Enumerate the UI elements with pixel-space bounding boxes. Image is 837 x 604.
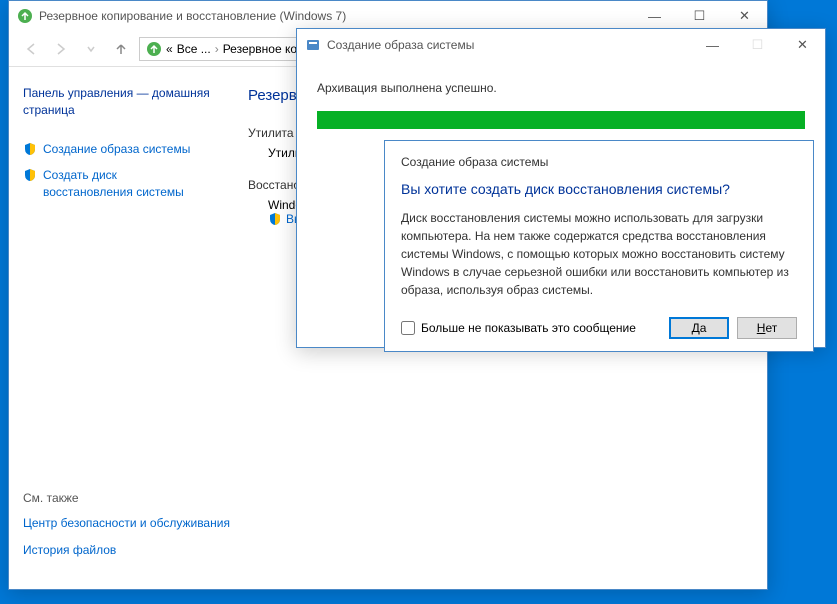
breadcrumb-sep: ›: [215, 42, 219, 56]
yes-label-rest: а: [700, 321, 707, 335]
dialog-body: Создание образа системы Вы хотите создат…: [385, 141, 813, 351]
control-panel-home-link[interactable]: Панель управления — домашняя страница: [23, 85, 210, 119]
breadcrumb-item[interactable]: Все ...: [177, 42, 211, 56]
sidebar-link-label: Создание образа системы: [43, 141, 190, 158]
window-controls: — ☐ ✕: [632, 1, 767, 31]
sidebar-link-label: Центр безопасности и обслуживания: [23, 515, 230, 532]
no-label-rest: ет: [765, 321, 777, 335]
recovery-disk-prompt: Создание образа системы Вы хотите создат…: [384, 140, 814, 352]
history-dropdown[interactable]: [79, 37, 103, 61]
shield-icon: [268, 212, 282, 226]
maximize-button: ☐: [735, 30, 780, 60]
minimize-button[interactable]: —: [690, 30, 735, 60]
maximize-button[interactable]: ☐: [677, 1, 722, 31]
up-button[interactable]: [109, 37, 133, 61]
forward-button[interactable]: [49, 37, 73, 61]
back-button[interactable]: [19, 37, 43, 61]
sidebar-link-label: История файлов: [23, 542, 116, 559]
checkbox-label: Больше не показывать это сообщение: [421, 321, 636, 335]
progress-bar: [317, 111, 805, 129]
image-icon: [305, 37, 321, 53]
close-button[interactable]: ✕: [780, 30, 825, 60]
sidebar-link-file-history[interactable]: История файлов: [23, 542, 230, 559]
dialog-caption: Создание образа системы: [401, 155, 797, 169]
see-also-section: См. также Центр безопасности и обслужива…: [23, 491, 230, 569]
dialog-description: Диск восстановления системы можно исполь…: [401, 209, 797, 299]
checkbox-input[interactable]: [401, 321, 415, 335]
dont-show-checkbox[interactable]: Больше не показывать это сообщение: [401, 321, 661, 335]
main-titlebar: Резервное копирование и восстановление (…: [9, 1, 767, 31]
shield-icon: [23, 142, 37, 156]
progress-status: Архивация выполнена успешно.: [317, 81, 805, 95]
backup-icon: [146, 41, 162, 57]
progress-title: Создание образа системы: [327, 38, 690, 52]
sidebar-link-label: Создать диск восстановления системы: [43, 167, 210, 201]
progress-titlebar: Создание образа системы — ☐ ✕: [297, 29, 825, 61]
sidebar-link-security[interactable]: Центр безопасности и обслуживания: [23, 515, 230, 532]
close-button[interactable]: ✕: [722, 1, 767, 31]
shield-icon: [23, 168, 37, 182]
window-controls: — ☐ ✕: [690, 30, 825, 60]
yes-button[interactable]: Да: [669, 317, 729, 339]
dialog-footer: Больше не показывать это сообщение Да Не…: [401, 317, 797, 339]
backup-icon: [17, 8, 33, 24]
progress-body: Архивация выполнена успешно.: [297, 61, 825, 149]
dialog-question: Вы хотите создать диск восстановления си…: [401, 181, 797, 197]
sidebar-link-create-image[interactable]: Создание образа системы: [23, 141, 210, 158]
sidebar: Панель управления — домашняя страница Со…: [9, 67, 224, 589]
no-button[interactable]: Нет: [737, 317, 797, 339]
minimize-button[interactable]: —: [632, 1, 677, 31]
main-title: Резервное копирование и восстановление (…: [39, 9, 632, 23]
see-also-header: См. также: [23, 491, 230, 505]
breadcrumb-sep: «: [166, 42, 173, 56]
sidebar-link-create-recovery-disk[interactable]: Создать диск восстановления системы: [23, 167, 210, 201]
